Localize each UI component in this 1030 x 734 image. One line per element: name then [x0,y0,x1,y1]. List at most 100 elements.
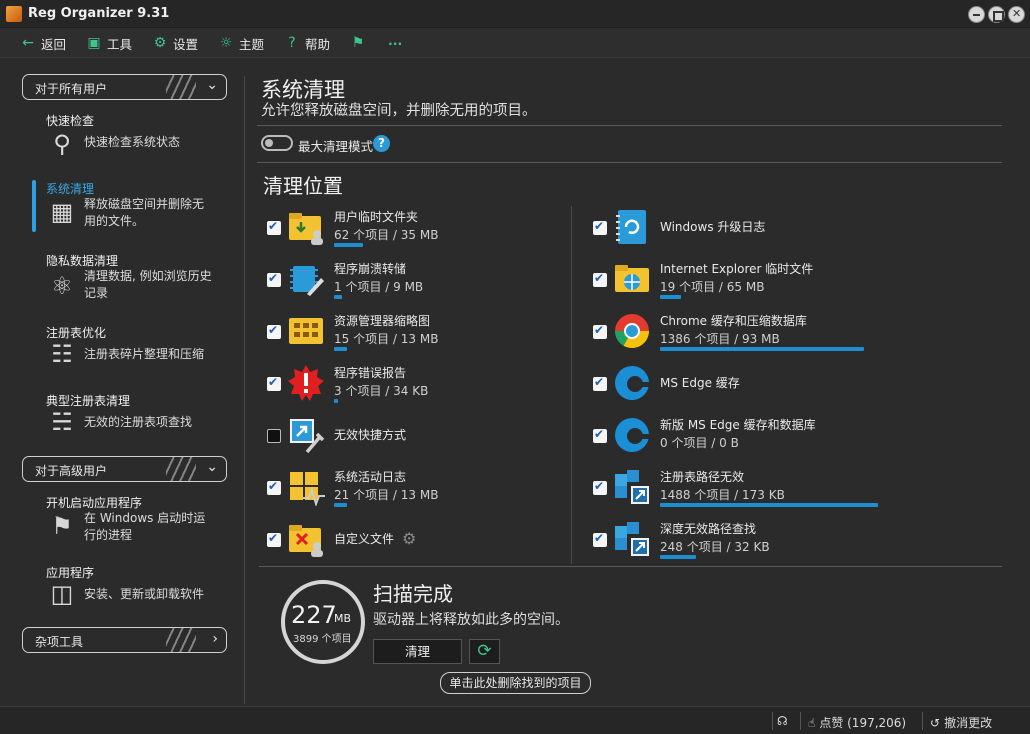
divider [259,566,1002,567]
size-bar [334,503,347,507]
scan-subtitle: 驱动器上将释放如此多的空间。 [373,612,569,628]
toolbox-icon: ▣ [87,35,101,51]
window-title: Reg Organizer 9.31 [28,6,170,21]
checkbox[interactable] [267,479,281,495]
group-misc-tools-button[interactable]: 杂项工具 › [22,627,227,653]
size-bar [660,503,878,507]
folder-delete-icon [289,525,323,557]
more-button[interactable]: ··· [388,34,402,52]
close-button[interactable] [1008,6,1025,23]
chrome-icon [615,314,649,348]
size-bar [334,243,363,247]
checkbox[interactable] [593,219,607,235]
delete-found-items-link[interactable]: 单击此处删除找到的项目 [440,672,591,694]
headset-icon: ☊ [777,714,788,728]
clean-item-ie-temp: Internet Explorer 临时文件 19 个项目 / 65 MB [593,258,893,306]
sidebar-item-title: 系统清理 [46,182,95,196]
folder-globe-icon [615,265,649,292]
clean-item-crash-dumps: 程序崩溃转储 1 个项目 / 9 MB [267,258,567,306]
title-bar: Reg Organizer 9.31 [0,0,1030,28]
item-info: 3 个项目 / 34 KB [334,384,429,398]
maximize-button[interactable] [988,6,1005,23]
windows-log-icon [290,472,325,506]
theme-button[interactable]: ☼ 主题 [218,34,264,52]
item-info: 0 个项目 / 0 B [660,436,739,450]
undo-changes-button[interactable]: ↺ 撤消更改 [930,714,992,731]
undo-icon: ↺ [930,715,941,730]
clean-item-activity-log: 系统活动日志 21 个项目 / 13 MB [267,466,567,514]
size-bar [660,555,696,559]
gear-icon[interactable]: ⚙ [402,529,416,548]
like-button[interactable]: ☝ 点赞 (197,206) [808,714,906,731]
checkbox[interactable] [593,427,607,443]
clean-item-windows-upgrade-log: Windows 升级日志 [593,206,893,254]
back-button[interactable]: ← 返回 [20,34,66,52]
notebook-refresh-icon [616,210,646,244]
group-advanced-dropdown[interactable]: 对于高级用户 ⌄ [22,456,227,482]
minimize-button[interactable] [968,6,985,23]
divider [257,125,1002,126]
item-name: 用户临时文件夹 [334,210,419,224]
clean-item-new-edge-cache: 新版 MS Edge 缓存和数据库 0 个项目 / 0 B [593,414,893,462]
like-count: 点赞 (197,206) [819,716,907,730]
stripes-decoration [166,628,196,652]
checkbox[interactable] [267,271,281,287]
total-item-count: 3899 个项目 [293,634,352,645]
page-subtitle: 允许您释放磁盘空间，并删除无用的项目。 [261,103,537,119]
rescan-button[interactable]: ⟳ [469,639,500,664]
item-info: 1 个项目 / 9 MB [334,280,424,294]
checkbox[interactable] [267,531,281,547]
group-all-users-dropdown[interactable]: 对于所有用户 ⌄ [22,74,227,100]
item-name: 自定义文件 [334,532,395,546]
stripes-decoration [166,75,196,99]
checkbox[interactable] [267,429,281,443]
size-bar [334,347,347,351]
size-bar [334,295,342,299]
question-circle-icon: ? [288,35,296,51]
registry-cubes-search-icon [615,522,649,556]
clean-item-error-reports: 程序错误报告 3 个项目 / 34 KB [267,362,567,410]
clean-item-invalid-registry-paths: 注册表路径无效 1488 个项目 / 173 KB [593,466,893,514]
group-advanced-label: 对于高级用户 [35,464,108,478]
clean-item-custom-files: 自定义文件 ⚙ [267,518,567,566]
clean-item-invalid-shortcuts: 无效快捷方式 [267,414,567,462]
thumbs-up-icon: ☝ [808,715,816,730]
active-indicator [32,180,36,232]
checkbox[interactable] [593,531,607,547]
back-label: 返回 [41,36,67,52]
divider [257,162,1002,163]
edge-icon [615,366,651,400]
broom-icon: ☵ [51,408,73,436]
toolbar: ← 返回 ▣ 工具 ⚙ 设置 ☼ 主题 ? 帮助 ⚑ ··· [0,28,1030,58]
sidebar-item-desc: 无效的注册表项查找 [84,415,193,429]
help-button[interactable]: ? 帮助 [284,34,330,52]
item-name: Internet Explorer 临时文件 [660,262,814,276]
tools-button[interactable]: ▣ 工具 [86,34,132,52]
sidebar-divider [244,76,245,704]
support-button[interactable]: ☊ [777,714,788,728]
item-name: 程序崩溃转储 [334,262,407,276]
sidebar-item-title: 隐私数据清理 [46,254,119,268]
clean-item-deep-invalid-paths: 深度无效路径查找 248 个项目 / 32 KB [593,518,893,566]
checkbox[interactable] [593,375,607,391]
checkbox[interactable] [267,219,281,235]
clean-button[interactable]: 清理 [373,639,462,664]
checkbox[interactable] [593,323,607,339]
sidebar-item-title: 快速检查 [46,114,95,128]
help-icon[interactable]: ? [373,135,390,152]
thumbnails-folder-icon [289,318,323,344]
notifications-button[interactable]: ⚑ [350,34,371,52]
chevron-down-icon: ⌄ [206,77,218,93]
item-name: 新版 MS Edge 缓存和数据库 [660,418,816,432]
checkbox[interactable] [267,375,281,391]
chevron-down-icon: ⌄ [206,459,218,475]
item-info: 1488 个项目 / 173 KB [660,488,785,502]
checkbox[interactable] [593,271,607,287]
item-name: 系统活动日志 [334,470,407,484]
max-cleanup-toggle[interactable] [261,135,293,151]
folder-user-icon [289,213,323,245]
checkbox[interactable] [593,479,607,495]
checkbox[interactable] [267,323,281,339]
refresh-icon: ⟳ [477,641,492,661]
settings-button[interactable]: ⚙ 设置 [152,34,198,52]
